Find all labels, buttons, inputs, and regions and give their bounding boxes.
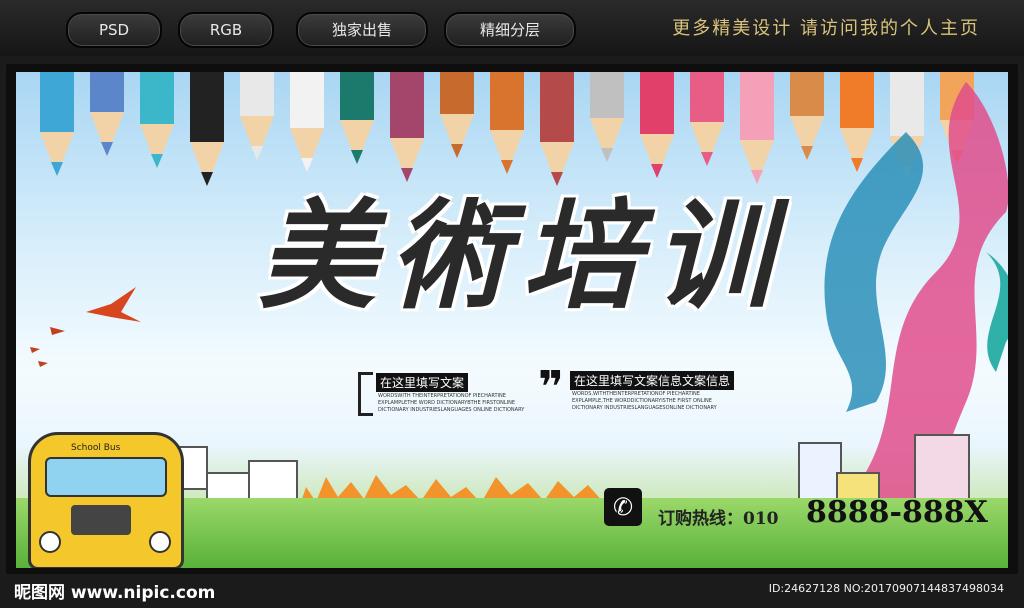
bus-window <box>45 457 167 497</box>
quote-mark: ❞ <box>538 362 564 413</box>
pencil-icon <box>40 72 74 176</box>
bus-grille <box>71 505 131 535</box>
phone-icon: ✆ <box>604 488 642 526</box>
caption-tag-left: 在这里填写文案 <box>376 373 469 392</box>
caption-small-right: WORDS,WITHTHEINTERPRETATIONOF PIECHARTIN… <box>572 391 717 411</box>
caption-tag-right: 在这里填写文案信息文案信息 <box>570 371 735 390</box>
hotline-label: 订购热线：010 <box>658 509 779 529</box>
banner-image: 美術培训 在这里填写文案 WORDSWITH THEINTERPRETATION… <box>16 72 1008 568</box>
pencil-icon <box>440 72 474 158</box>
pencil-icon <box>190 72 224 186</box>
top-toolbar: PSD RGB 独家出售 精细分层 更多精美设计 请访问我的个人主页 <box>0 0 1024 56</box>
pencil-icon <box>140 72 174 168</box>
homepage-promo-link[interactable]: 更多精美设计 请访问我的个人主页 <box>672 14 980 40</box>
caption-small-left: WORDSWITH THEINTERPRETATIONOF PIECHARTIN… <box>378 393 525 413</box>
rgb-button[interactable]: RGB <box>178 12 274 48</box>
bus-headlight-left <box>39 531 61 553</box>
nipic-logo: 昵图网 www.nipic.com <box>14 583 216 603</box>
small-birds-icon <box>30 327 65 367</box>
pencil-icon <box>290 72 324 172</box>
pencil-icon <box>490 72 524 174</box>
pencil-icon <box>240 72 274 160</box>
banner-title: 美術培训 <box>258 186 787 325</box>
fine-layers-button[interactable]: 精细分层 <box>444 12 576 48</box>
pencil-icon <box>690 72 724 166</box>
bus-headlight-right <box>149 531 171 553</box>
bird-icon <box>86 287 141 322</box>
pencil-icon <box>340 72 374 164</box>
pencil-icon <box>590 72 624 162</box>
hotline-number: 8888-888X <box>806 495 988 530</box>
image-id-text: ID:24627128 NO:20170907144837498034 <box>768 582 1004 595</box>
exclusive-sale-button[interactable]: 独家出售 <box>296 12 428 48</box>
school-bus: School Bus <box>28 432 184 568</box>
pencil-icon <box>90 72 124 156</box>
bus-label: School Bus <box>71 443 121 453</box>
left-bracket <box>358 372 373 416</box>
psd-button[interactable]: PSD <box>66 12 162 48</box>
